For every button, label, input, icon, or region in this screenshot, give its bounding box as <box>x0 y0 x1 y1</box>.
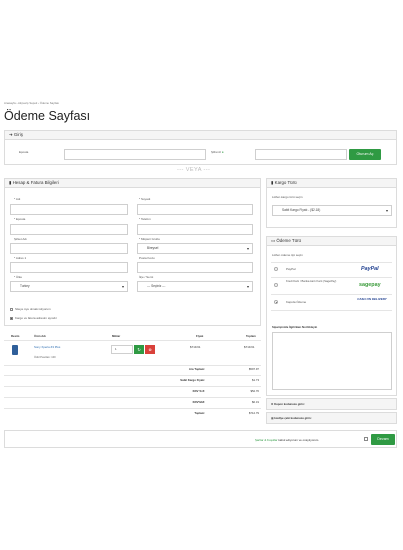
subtotal-value: $597.97 <box>248 367 259 371</box>
customer-group-select[interactable]: Bireysel ▾ <box>137 243 253 254</box>
phone-input[interactable] <box>137 224 253 235</box>
order-note-label: Siparişinizle İlgili Bazı Not Ekleyin <box>272 325 318 329</box>
unit-price: $719.61 <box>190 345 201 349</box>
shipping-panel: ▮ Kargo Türü Lütfen kargo türü seçin Sab… <box>266 178 397 228</box>
remove-button[interactable]: ⊗ <box>145 345 155 354</box>
postcode-input[interactable] <box>137 262 253 273</box>
cod-logo: CASH ON DELIVERY <box>357 297 387 301</box>
col-header-price: Fiyatı <box>196 334 204 338</box>
customer-group-label: * Müşteri Grubu <box>139 237 161 241</box>
email-label: Eposta <box>19 150 29 154</box>
email-input[interactable] <box>10 224 128 235</box>
paypal-logo: PayPal <box>361 266 379 272</box>
address-label: * Adres 1 <box>14 256 27 260</box>
subtotal-label: Ara Toplam: <box>188 367 205 371</box>
breadcrumb-checkout[interactable]: Ödeme Sayfası <box>40 101 59 105</box>
quantity-input[interactable]: 1 <box>111 345 133 354</box>
refresh-icon: ↻ <box>137 347 141 352</box>
breadcrumb: Anasayfa › Alışveriş Sepeti › Ödeme Sayf… <box>4 101 60 105</box>
login-panel: ➔ Giriş Eposta Şifreniz ● Oturum Aç <box>4 130 397 165</box>
shipping-header: ▮ Kargo Türü <box>267 179 396 188</box>
billing-panel: ▮ Hesap & Fatura Bilgileri * Adı * Soyad… <box>4 178 261 326</box>
login-header: ➔ Giriş <box>5 131 396 140</box>
terms-link[interactable]: Şartlar & Koşullar <box>255 438 278 442</box>
surname-input[interactable] <box>137 204 253 215</box>
page-title: Ödeme Sayfası <box>4 109 91 123</box>
payment-label-cod: Kapıda Ödeme <box>286 300 307 304</box>
login-button[interactable]: Oturum Aç <box>349 149 381 160</box>
payment-panel: ▭ Ödeme Türü Lütfen ödeme tipi seçin Pay… <box>266 236 397 396</box>
coupon-panel[interactable]: ✚ Kupon kodunuzu girin: <box>266 398 397 410</box>
breadcrumb-home[interactable]: Anasayfa <box>4 101 16 105</box>
col-header-image: Resim <box>11 334 20 338</box>
cart-table: Resim Ürün Adı Miktar Fiyatı Toplam Sony… <box>4 332 261 424</box>
login-email-input[interactable] <box>64 149 206 160</box>
chevron-down-icon: ▾ <box>246 246 249 251</box>
info-icon: ● <box>221 150 224 154</box>
payment-radio-cod[interactable] <box>274 300 278 304</box>
grand-total-value: $712.79 <box>248 411 259 415</box>
reward-points: Ödül Puanları: 100 <box>34 356 56 359</box>
email-field-label: * Eposta <box>14 217 26 221</box>
terms-bar: Şartlar & Koşullar kabul ediyorum ve ona… <box>4 430 397 448</box>
login-password-input[interactable] <box>255 149 347 160</box>
district-label: İlçe / Semt <box>139 275 154 279</box>
coupon-label: Kupon kodunuzu girin: <box>274 402 305 406</box>
payment-header: ▭ Ödeme Türü <box>267 237 396 246</box>
terms-text: kabul ediyorum ve onaylıyorum. <box>278 438 320 442</box>
vat8-label: KDV % 8: <box>192 389 205 393</box>
country-label: * Ülke <box>14 275 23 279</box>
district-select[interactable]: --- Seçiniz --- ▾ <box>137 281 253 292</box>
col-header-qty: Miktar <box>112 334 121 338</box>
payment-radio-sagepay[interactable] <box>274 283 278 287</box>
line-total: $719.61 <box>244 345 255 349</box>
password-label: Şifreniz ● <box>211 150 224 154</box>
vat18-label: KDV%18: <box>192 400 205 404</box>
shipping-hint: Lütfen kargo türü seçin <box>272 195 303 199</box>
payment-hint: Lütfen ödeme tipi seçin <box>272 253 303 257</box>
same-address-checkbox[interactable]: Kargo ve fatura adresim aynıdır <box>10 316 57 320</box>
voucher-panel[interactable]: ▦ Hediye çeki kodunuzu girin: <box>266 412 397 424</box>
payment-radio-paypal[interactable] <box>274 267 278 271</box>
or-divider: --- VEYA --- <box>177 167 211 173</box>
chevron-down-icon: ▾ <box>246 284 249 289</box>
country-select[interactable]: Turkey ▾ <box>10 281 128 292</box>
sagepay-logo: sagepay <box>359 282 381 288</box>
postcode-label: Posta Kodu <box>139 256 155 260</box>
shipping-cost-value: $1.73 <box>252 378 259 382</box>
company-input[interactable] <box>10 243 128 254</box>
terms-checkbox[interactable] <box>364 437 368 441</box>
voucher-label: Hediye çeki kodunuzu girin: <box>274 416 312 420</box>
phone-label: * Telefon <box>139 217 151 221</box>
order-note-textarea[interactable] <box>272 332 392 390</box>
payment-label-paypal: PayPal <box>286 267 296 271</box>
shipping-select[interactable]: Sabit Kargo Fiyatı - ($2.18) ▾ <box>272 205 392 216</box>
close-icon: ⊗ <box>148 347 152 352</box>
checkbox-box[interactable] <box>10 316 13 320</box>
register-checkbox[interactable]: Siteye üye olmak istiyorum <box>10 307 51 311</box>
breadcrumb-cart[interactable]: Alışveriş Sepeti <box>18 101 37 105</box>
col-header-total: Toplam <box>246 334 256 338</box>
chevron-down-icon: ▾ <box>121 284 124 289</box>
checkbox-box[interactable] <box>10 307 13 311</box>
billing-header: ▮ Hesap & Fatura Bilgileri <box>5 179 260 188</box>
company-label: Şirket Adı <box>14 237 27 241</box>
refresh-button[interactable]: ↻ <box>134 345 144 354</box>
vat8-value: $52.76 <box>250 389 259 393</box>
address-input[interactable] <box>10 262 128 273</box>
product-name[interactable]: Sony Xperia Z3 Plus <box>34 345 60 349</box>
vat18-value: $0.31 <box>252 400 259 404</box>
name-label: * Adı <box>14 197 21 201</box>
shipping-cost-label: Sabit Kargo Fiyatı: <box>180 378 205 382</box>
surname-label: * Soyadı <box>139 197 151 201</box>
product-thumbnail[interactable] <box>12 345 18 355</box>
col-header-product: Ürün Adı <box>34 334 46 338</box>
chevron-down-icon: ▾ <box>385 208 388 213</box>
continue-button[interactable]: Devam <box>371 434 395 445</box>
name-input[interactable] <box>10 204 128 215</box>
payment-label-sagepay: Kredi Kartı / Banka kartı Kartı (SagePay… <box>286 279 337 283</box>
grand-total-label: Toplam: <box>194 411 205 415</box>
